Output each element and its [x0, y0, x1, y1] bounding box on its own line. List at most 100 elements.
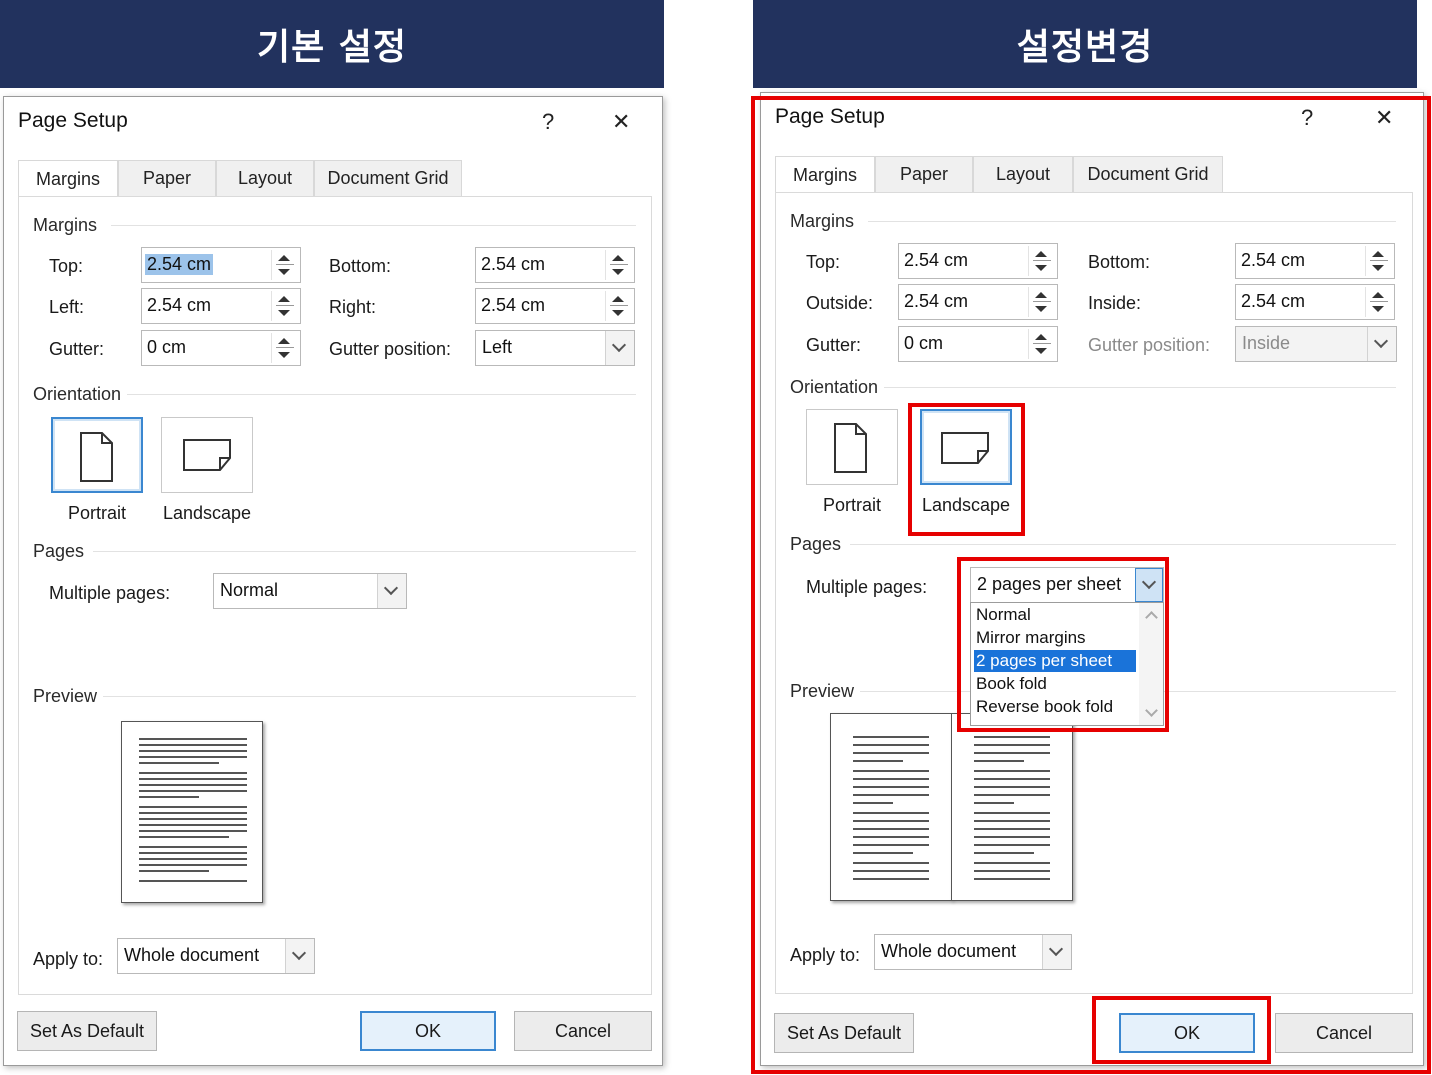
bottom-spinner[interactable]: 2.54 cm [475, 247, 635, 283]
spin-arrows-icon[interactable] [1365, 287, 1392, 317]
dropdown-button[interactable] [285, 939, 314, 973]
help-button[interactable]: ? [542, 111, 554, 133]
dropdown-button[interactable] [1042, 935, 1071, 969]
top-spinner[interactable]: 2.54 cm [141, 247, 301, 283]
inside-value[interactable]: 2.54 cm [1239, 291, 1307, 312]
close-button[interactable]: ✕ [1375, 107, 1393, 129]
cancel-button[interactable]: Cancel [1275, 1013, 1413, 1053]
option-mirror-margins[interactable]: Mirror margins [974, 627, 1136, 649]
gutter-value[interactable]: 0 cm [902, 333, 945, 354]
landscape-option[interactable] [161, 417, 253, 493]
dropdown-button [1367, 327, 1396, 361]
apply-to-select[interactable]: Whole document [117, 938, 315, 974]
preview-text-line [139, 778, 247, 780]
tab-margins[interactable]: Margins [775, 156, 875, 194]
preview-text-line [853, 802, 893, 804]
multiple-pages-select[interactable]: Normal [213, 573, 407, 609]
preview-text-line [139, 750, 247, 752]
inside-label: Inside: [1088, 293, 1142, 313]
spin-arrows-icon[interactable] [271, 333, 298, 363]
chevron-down-icon[interactable] [1145, 704, 1158, 717]
tab-document-grid[interactable]: Document Grid [314, 160, 462, 196]
close-button[interactable]: ✕ [612, 111, 630, 133]
margins-panel: Margins Top: 2.54 cm Bottom: 2.54 cm Out… [775, 192, 1413, 994]
landscape-label: Landscape [162, 503, 252, 523]
bottom-value[interactable]: 2.54 cm [1239, 250, 1307, 271]
spin-arrows-icon[interactable] [271, 250, 298, 280]
spin-arrows-icon[interactable] [1028, 246, 1055, 276]
dialog-title: Page Setup [775, 105, 885, 128]
dropdown-button[interactable] [377, 574, 406, 608]
tab-paper[interactable]: Paper [875, 156, 973, 192]
chevron-up-icon[interactable] [1145, 611, 1158, 624]
outside-value[interactable]: 2.54 cm [902, 291, 970, 312]
top-value[interactable]: 2.54 cm [902, 250, 970, 271]
gutter-label: Gutter: [806, 335, 862, 355]
preview-text-line [974, 812, 1050, 814]
option-book-fold[interactable]: Book fold [974, 673, 1136, 695]
landscape-option[interactable] [920, 409, 1012, 485]
cancel-button[interactable]: Cancel [514, 1011, 652, 1051]
portrait-label: Portrait [67, 503, 127, 523]
top-spinner[interactable]: 2.54 cm [898, 243, 1058, 279]
dropdown-scrollbar[interactable] [1139, 603, 1163, 725]
spin-arrows-icon[interactable] [271, 291, 298, 321]
spin-arrows-icon[interactable] [1028, 329, 1055, 359]
tab-margins[interactable]: Margins [18, 160, 118, 198]
preview-text-line [853, 878, 929, 880]
spin-arrows-icon[interactable] [605, 250, 632, 280]
left-spinner[interactable]: 2.54 cm [141, 288, 301, 324]
portrait-option[interactable] [806, 409, 898, 485]
outside-spinner[interactable]: 2.54 cm [898, 284, 1058, 320]
tab-paper[interactable]: Paper [118, 160, 216, 196]
preview-text-line [974, 794, 1050, 796]
option-2-pages-per-sheet[interactable]: 2 pages per sheet [974, 650, 1136, 672]
dropdown-button[interactable] [1135, 568, 1163, 602]
page-setup-dialog-changed: Page Setup ? ✕ Margins Paper Layout Docu… [760, 92, 1424, 1066]
chevron-down-icon [611, 337, 627, 353]
dropdown-button[interactable] [605, 331, 634, 365]
gutter-value[interactable]: 0 cm [145, 337, 188, 358]
ok-button[interactable]: OK [360, 1011, 496, 1051]
gutter-position-select[interactable]: Left [475, 330, 635, 366]
apply-to-select[interactable]: Whole document [874, 934, 1072, 970]
outside-label: Outside: [806, 293, 874, 313]
orientation-group-label: Orientation [790, 377, 879, 397]
right-spinner[interactable]: 2.54 cm [475, 288, 635, 324]
multiple-pages-select[interactable]: 2 pages per sheet [970, 567, 1164, 603]
chevron-down-icon [1141, 574, 1157, 590]
left-value[interactable]: 2.54 cm [145, 295, 213, 316]
help-button[interactable]: ? [1301, 107, 1313, 129]
preview-page-left [830, 713, 952, 901]
preview-text-line [974, 878, 1050, 880]
option-reverse-book-fold[interactable]: Reverse book fold [974, 696, 1136, 718]
preview-text-line [974, 744, 1050, 746]
spin-arrows-icon[interactable] [605, 291, 632, 321]
preview-text-line [139, 784, 247, 786]
ok-button[interactable]: OK [1119, 1013, 1255, 1053]
top-value[interactable]: 2.54 cm [145, 254, 214, 275]
tab-layout[interactable]: Layout [973, 156, 1073, 192]
set-as-default-button[interactable]: Set As Default [774, 1013, 914, 1053]
preview-text-line [974, 844, 1050, 846]
inside-spinner[interactable]: 2.54 cm [1235, 284, 1395, 320]
preview-text-line [139, 830, 247, 832]
preview-text-line [853, 812, 929, 814]
gutter-spinner[interactable]: 0 cm [898, 326, 1058, 362]
divider [868, 221, 1396, 222]
preview-text-line [853, 870, 929, 872]
multiple-pages-dropdown-list[interactable]: Normal Mirror margins 2 pages per sheet … [970, 602, 1164, 726]
set-as-default-button[interactable]: Set As Default [17, 1011, 157, 1051]
preview-text-line [853, 828, 929, 830]
gutter-spinner[interactable]: 0 cm [141, 330, 301, 366]
portrait-option[interactable] [51, 417, 143, 493]
divider [127, 394, 636, 395]
right-value[interactable]: 2.54 cm [479, 295, 547, 316]
bottom-spinner[interactable]: 2.54 cm [1235, 243, 1395, 279]
spin-arrows-icon[interactable] [1365, 246, 1392, 276]
option-normal[interactable]: Normal [974, 604, 1136, 626]
tab-layout[interactable]: Layout [216, 160, 314, 196]
spin-arrows-icon[interactable] [1028, 287, 1055, 317]
tab-document-grid[interactable]: Document Grid [1073, 156, 1223, 192]
bottom-value[interactable]: 2.54 cm [479, 254, 547, 275]
